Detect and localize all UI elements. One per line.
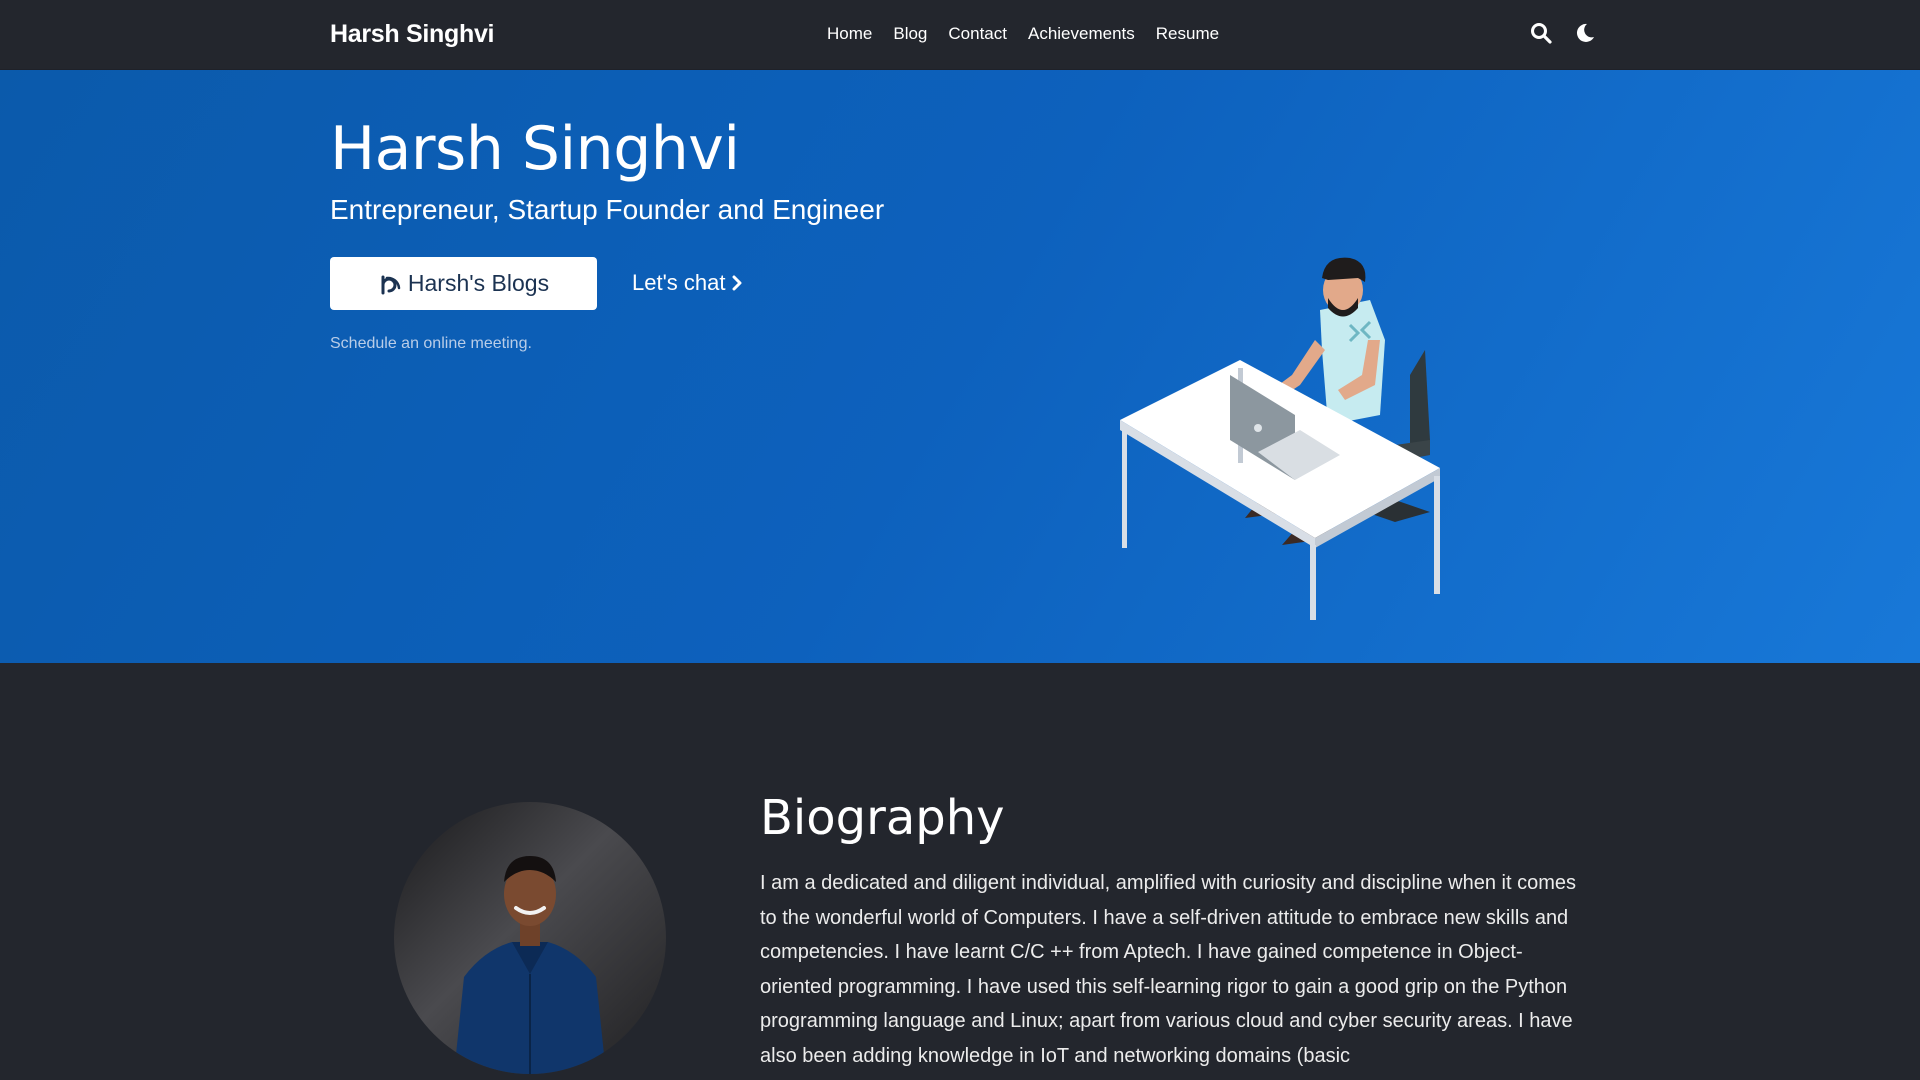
- moon-icon[interactable]: [1574, 22, 1596, 44]
- nav-icons: [1530, 22, 1596, 44]
- top-navbar: Harsh Singhvi Home Blog Contact Achievem…: [0, 0, 1920, 70]
- lets-chat-link[interactable]: Let's chat: [632, 270, 743, 296]
- hero-note: Schedule an online meeting.: [330, 335, 532, 352]
- brand-logo-text[interactable]: Harsh Singhvi: [330, 20, 495, 49]
- profile-photo: [394, 802, 666, 1074]
- nav-link-achievements[interactable]: Achievements: [1028, 24, 1135, 44]
- lets-chat-label: Let's chat: [632, 270, 726, 295]
- biography-text: I am a dedicated and diligent individual…: [760, 872, 1576, 1067]
- nav-links: Home Blog Contact Achievements Resume: [827, 24, 1219, 44]
- nav-link-contact[interactable]: Contact: [948, 24, 1007, 44]
- nav-link-resume[interactable]: Resume: [1156, 24, 1219, 44]
- blogs-button[interactable]: Harsh's Blogs: [330, 257, 597, 310]
- biography-heading: Biography: [760, 790, 1005, 846]
- hero-title: Harsh Singhvi: [330, 114, 740, 184]
- hero-subtitle: Entrepreneur, Startup Founder and Engine…: [330, 194, 885, 225]
- hero-section: Harsh Singhvi Entrepreneur, Startup Foun…: [0, 70, 1920, 663]
- nav-link-blog[interactable]: Blog: [893, 24, 927, 44]
- profile-avatar: [394, 802, 666, 1074]
- developer-illustration: [1120, 257, 1440, 620]
- blogs-button-label: Harsh's Blogs: [407, 270, 550, 296]
- nav-link-home[interactable]: Home: [827, 24, 872, 44]
- blog-logo-icon: [381, 275, 401, 294]
- search-icon[interactable]: [1530, 22, 1552, 44]
- chevron-right-icon: [732, 275, 742, 291]
